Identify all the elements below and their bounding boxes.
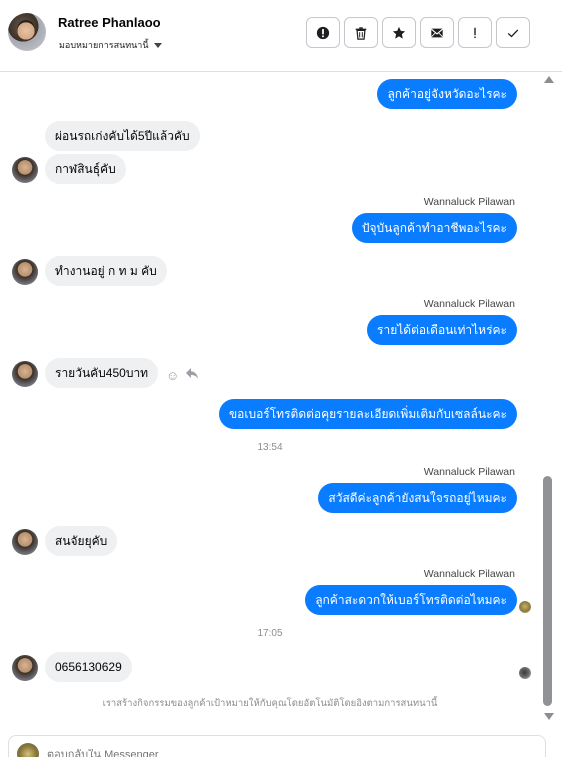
caret-down-icon (153, 43, 162, 48)
sender-name: Wannaluck Pilawan (423, 298, 515, 310)
mark-done-button[interactable] (496, 17, 530, 48)
contact-name[interactable]: Ratree Phanlaoo (58, 15, 161, 30)
message-bubble-outgoing[interactable]: สวัสดีค่ะลูกค้ายังสนใจรถอยู่ไหมคะ (318, 483, 517, 513)
message-bubble-incoming[interactable]: 0656130629 (45, 652, 132, 682)
message-bubble-incoming[interactable]: ผ่อนรถเก่งคับได้5ปีแล้วคับ (45, 121, 200, 151)
sender-name: Wannaluck Pilawan (423, 568, 515, 580)
star-button[interactable] (382, 17, 416, 48)
page-avatar (17, 743, 39, 757)
contact-avatar[interactable] (8, 13, 46, 51)
assign-label: มอบหมายการสนทนานี้ (59, 40, 149, 50)
scroll-up-arrow-icon[interactable] (544, 76, 554, 83)
contact-avatar-small (12, 361, 38, 387)
message-bubble-outgoing[interactable]: รายได้ต่อเดือนเท่าไหร่คะ (367, 315, 517, 345)
thread-scrollbar[interactable] (541, 72, 556, 732)
star-icon (392, 26, 406, 39)
message-bubble-outgoing[interactable]: ลูกค้าอยู่จังหวัดอะไรคะ (377, 79, 517, 109)
timestamp: 13:54 (257, 442, 283, 453)
scrollbar-thumb[interactable] (543, 476, 552, 706)
contact-avatar-small (12, 529, 38, 555)
message-bubble-outgoing[interactable]: ขอเบอร์โทรติดต่อคุยรายละเอียดเพิ่มเติมกั… (218, 399, 517, 429)
sender-name: Wannaluck Pilawan (423, 466, 515, 478)
automation-notice: เราสร้างกิจกรรมของลูกค้าเป้าหมายให้กับคุ… (102, 698, 438, 709)
conversation-header: Ratree Phanlaoo มอบหมายการสนทนานี้ (0, 0, 562, 72)
check-icon (507, 28, 519, 37)
scroll-down-arrow-icon[interactable] (544, 713, 554, 720)
report-button[interactable] (306, 17, 340, 48)
mail-icon (430, 28, 444, 37)
message-bubble-incoming[interactable]: กาฬสินธุ์คับ (45, 154, 126, 184)
message-bubble-outgoing[interactable]: ปัจุบันลูกค้าทำอาชีพอะไรคะ (351, 213, 517, 243)
report-icon (316, 26, 330, 39)
contact-avatar-small (12, 259, 38, 285)
contact-avatar-small (12, 157, 38, 183)
header-toolbar (306, 17, 530, 48)
contact-avatar-small (12, 655, 38, 681)
mark-unread-button[interactable] (420, 17, 454, 48)
reply-arrow-icon[interactable] (185, 367, 199, 383)
message-bubble-incoming[interactable]: ทำงานอยู่ ก ท ม คับ (45, 256, 167, 286)
assign-conversation-dropdown[interactable]: มอบหมายการสนทนานี้ (59, 38, 162, 52)
seen-receipt-avatar (519, 667, 531, 679)
message-bubble-incoming[interactable]: รายวันคับ450บาท (45, 358, 159, 388)
reply-input[interactable] (47, 749, 527, 757)
trash-icon (355, 26, 367, 40)
timestamp: 17:05 (257, 628, 283, 639)
seen-receipt-avatar (519, 601, 531, 613)
reply-composer (8, 735, 546, 757)
message-bubble-outgoing[interactable]: ลูกค้าสะดวกให้เบอร์โทรติดต่อไหมคะ (305, 585, 517, 615)
exclamation-icon (474, 27, 476, 38)
message-thread: ลูกค้าอยู่จังหวัดอะไรคะ ผ่อนรถเก่งคับได้… (0, 72, 540, 732)
follow-up-button[interactable] (458, 17, 492, 48)
sender-name: Wannaluck Pilawan (423, 196, 515, 208)
message-bubble-incoming[interactable]: สนจัยยุคับ (45, 526, 118, 556)
delete-button[interactable] (344, 17, 378, 48)
react-smiley-icon[interactable]: ☺ (166, 368, 179, 383)
